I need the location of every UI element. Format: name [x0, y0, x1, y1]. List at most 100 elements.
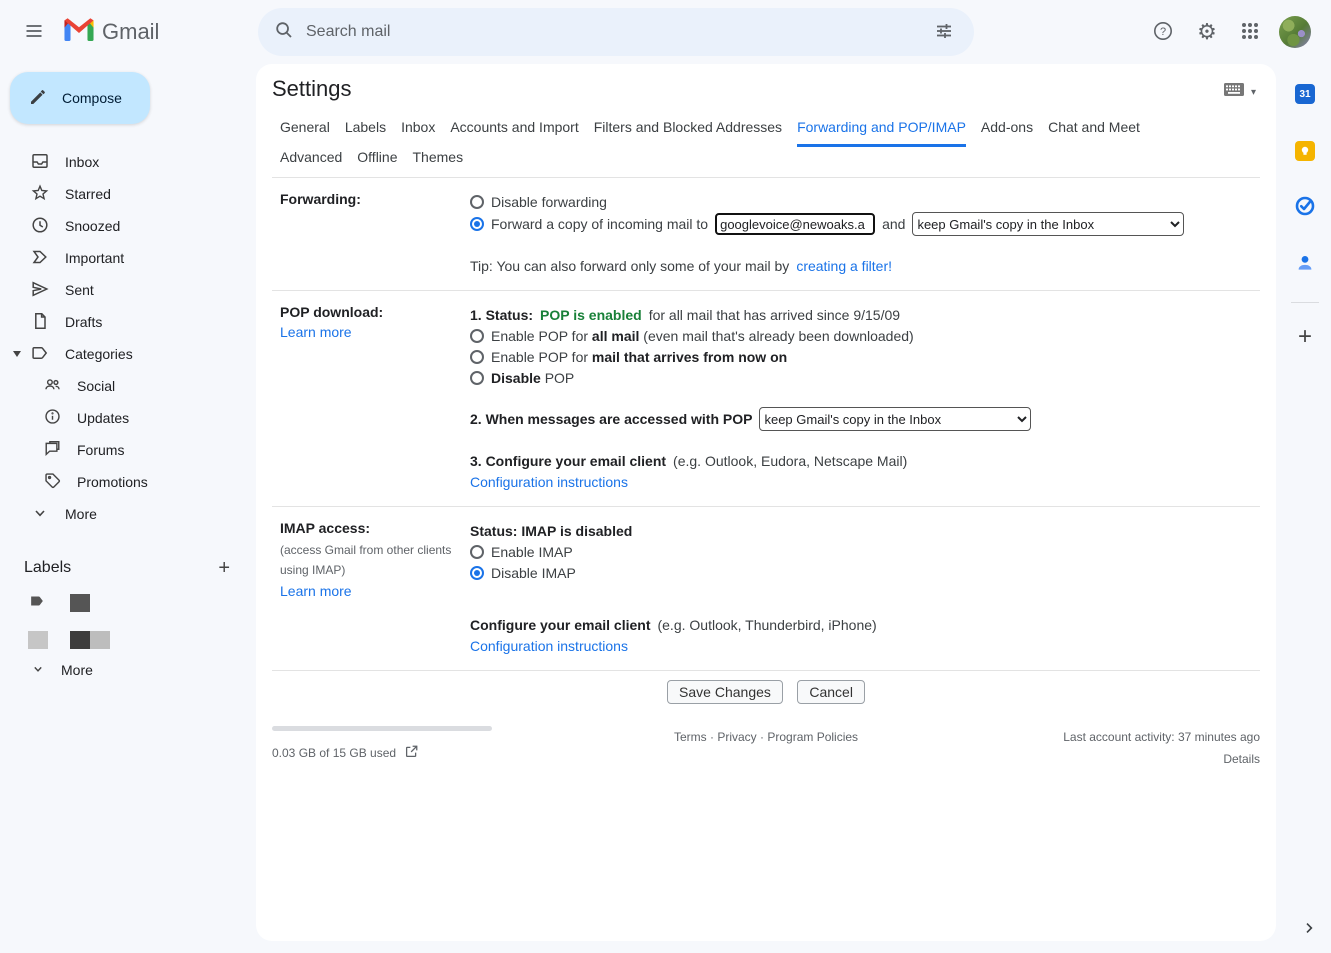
privacy-link[interactable]: Privacy: [717, 730, 756, 744]
pop-download-section: POP download: Learn more 1. Status: POP …: [272, 291, 1260, 507]
disable-forwarding-radio[interactable]: [470, 195, 484, 209]
label-tag-icon: [28, 592, 46, 615]
settings-panel: Settings ▾ General Labels Inbox Accounts…: [256, 64, 1276, 941]
important-marker-icon: [30, 247, 50, 270]
main-menu-button[interactable]: [12, 10, 56, 54]
imap-configuration-instructions-link[interactable]: Configuration instructions: [470, 638, 628, 654]
enable-pop-all-mail-radio[interactable]: [470, 329, 484, 343]
disable-imap-radio[interactable]: [470, 566, 484, 580]
tab-accounts-and-import[interactable]: Accounts and Import: [450, 119, 578, 147]
tab-advanced[interactable]: Advanced: [280, 149, 342, 177]
forward-action-select[interactable]: keep Gmail's copy in the Inbox: [912, 212, 1184, 236]
tab-forwarding-and-pop-imap[interactable]: Forwarding and POP/IMAP: [797, 119, 966, 147]
tab-general[interactable]: General: [280, 119, 330, 147]
imap-learn-more-link[interactable]: Learn more: [280, 583, 352, 599]
search-input[interactable]: [306, 23, 922, 41]
show-side-panel-button[interactable]: [1301, 920, 1317, 941]
forward-copy-radio[interactable]: [470, 217, 484, 231]
enable-imap-radio[interactable]: [470, 545, 484, 559]
tasks-icon: [1294, 195, 1316, 222]
apps-grid-icon: [1242, 23, 1260, 41]
forward-email-input[interactable]: [715, 213, 875, 235]
tab-chat-and-meet[interactable]: Chat and Meet: [1048, 119, 1140, 147]
redacted-label-text: [70, 631, 90, 649]
sidebar-item-important[interactable]: Important: [0, 242, 256, 274]
cancel-button[interactable]: Cancel: [797, 680, 865, 704]
labels-header: Labels +: [0, 552, 256, 584]
sidebar-item-snoozed[interactable]: Snoozed: [0, 210, 256, 242]
footer-links: Terms · Privacy · Program Policies: [674, 730, 858, 744]
calendar-icon: 31: [1295, 84, 1315, 104]
search-options-button[interactable]: [922, 10, 966, 54]
pop-learn-more-link[interactable]: Learn more: [280, 324, 352, 340]
dropdown-arrow-icon: ▾: [1251, 87, 1256, 98]
tab-add-ons[interactable]: Add-ons: [981, 119, 1033, 147]
enable-pop-from-now-radio[interactable]: [470, 350, 484, 364]
people-icon: [43, 375, 62, 397]
get-add-ons-button[interactable]: +: [1285, 317, 1325, 357]
settings-button[interactable]: ⚙: [1185, 10, 1229, 54]
inbox-icon: [30, 151, 50, 174]
clock-icon: [30, 215, 50, 238]
pencil-icon: [28, 87, 48, 110]
open-in-new-icon[interactable]: [404, 744, 419, 762]
svg-text:?: ?: [1160, 26, 1166, 38]
tab-inbox[interactable]: Inbox: [401, 119, 435, 147]
tab-filters-and-blocked-addresses[interactable]: Filters and Blocked Addresses: [594, 119, 782, 147]
search-bar: [258, 8, 974, 56]
redacted-label-text: [90, 631, 110, 649]
gmail-logo[interactable]: Gmail: [64, 18, 159, 46]
sidebar-item-more[interactable]: More: [0, 498, 256, 530]
sidebar-item-forums[interactable]: Forums: [0, 434, 256, 466]
info-icon: [43, 407, 62, 429]
save-changes-button[interactable]: Save Changes: [667, 680, 783, 704]
tag-icon: [43, 471, 62, 493]
labels-more[interactable]: More: [0, 654, 256, 686]
topbar-actions: ? ⚙: [1141, 10, 1321, 54]
calendar-app-button[interactable]: 31: [1285, 74, 1325, 114]
keyboard-icon: [1223, 82, 1245, 103]
pop-action-select[interactable]: keep Gmail's copy in the Inbox: [759, 407, 1031, 431]
google-apps-button[interactable]: [1229, 10, 1273, 54]
hamburger-icon: [24, 21, 44, 44]
star-icon: [30, 183, 50, 206]
sidebar-item-drafts[interactable]: Drafts: [0, 306, 256, 338]
tab-offline[interactable]: Offline: [357, 149, 397, 177]
compose-button[interactable]: Compose: [10, 72, 150, 124]
activity-details-link[interactable]: Details: [1063, 752, 1260, 766]
sidebar-item-promotions[interactable]: Promotions: [0, 466, 256, 498]
label-item-redacted-2[interactable]: [0, 625, 256, 655]
sidebar-item-updates[interactable]: Updates: [0, 402, 256, 434]
tab-themes[interactable]: Themes: [413, 149, 464, 177]
gmail-m-icon: [64, 18, 94, 46]
search-icon[interactable]: [274, 20, 294, 45]
tasks-app-button[interactable]: [1285, 188, 1325, 228]
creating-a-filter-link[interactable]: creating a filter!: [796, 258, 892, 274]
sidebar: Compose Inbox Starred Snoozed Important …: [0, 64, 256, 953]
chevron-right-icon: [1301, 923, 1317, 940]
expander-triangle-icon[interactable]: [13, 351, 21, 357]
storage-usage: 0.03 GB of 15 GB used: [272, 746, 396, 760]
page-title: Settings: [272, 76, 352, 102]
sidebar-item-social[interactable]: Social: [0, 370, 256, 402]
pop-section-label: POP download:: [280, 304, 470, 320]
sidebar-item-sent[interactable]: Sent: [0, 274, 256, 306]
input-tools-selector[interactable]: ▾: [1223, 82, 1256, 103]
disable-pop-radio[interactable]: [470, 371, 484, 385]
sidebar-item-categories[interactable]: Categories: [0, 338, 256, 370]
sidebar-item-inbox[interactable]: Inbox: [0, 146, 256, 178]
keep-app-button[interactable]: [1285, 131, 1325, 171]
draft-icon: [30, 311, 50, 334]
sidebar-item-starred[interactable]: Starred: [0, 178, 256, 210]
program-policies-link[interactable]: Program Policies: [767, 730, 858, 744]
help-button[interactable]: ?: [1141, 10, 1185, 54]
account-avatar[interactable]: [1279, 16, 1311, 48]
keep-icon: [1295, 141, 1315, 161]
terms-link[interactable]: Terms: [674, 730, 707, 744]
contacts-app-button[interactable]: [1285, 245, 1325, 285]
forwarding-section: Forwarding: Disable forwarding Forward a…: [272, 178, 1260, 291]
pop-configuration-instructions-link[interactable]: Configuration instructions: [470, 474, 628, 490]
label-item-redacted-1[interactable]: [0, 588, 256, 618]
create-label-button[interactable]: +: [218, 557, 230, 580]
tab-labels[interactable]: Labels: [345, 119, 386, 147]
